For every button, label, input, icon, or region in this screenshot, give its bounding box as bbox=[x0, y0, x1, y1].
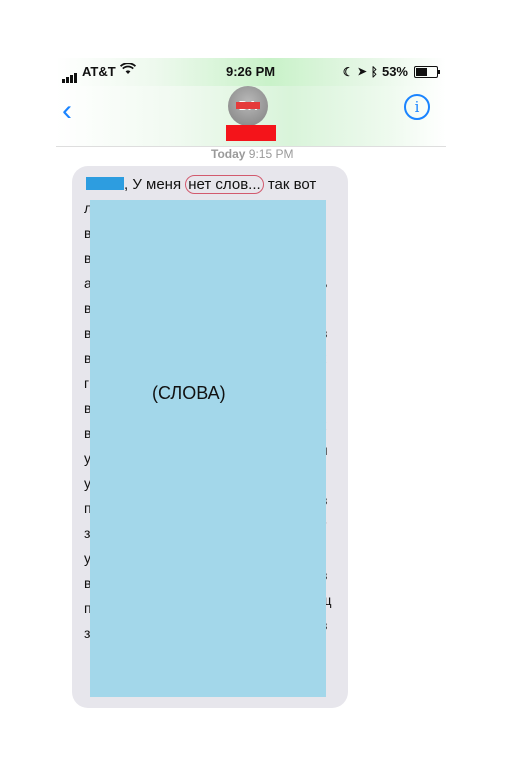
cellular-signal-icon bbox=[62, 68, 78, 83]
bluetooth-icon: ᛒ bbox=[370, 64, 378, 79]
battery-icon bbox=[414, 65, 440, 78]
location-arrow-icon: ➤ bbox=[357, 66, 367, 78]
contact-name-redaction bbox=[226, 125, 276, 141]
avatar-redaction-mark bbox=[236, 102, 260, 109]
clock-time: 9:26 PM bbox=[226, 64, 276, 79]
conversation-header: ‹ DA i bbox=[56, 86, 446, 147]
info-icon[interactable]: i bbox=[404, 94, 430, 120]
back-chevron-icon[interactable]: ‹ bbox=[62, 94, 72, 128]
timestamp-time: 9:15 PM bbox=[248, 147, 294, 161]
battery-fill bbox=[416, 67, 427, 76]
message-text-before: , У меня bbox=[124, 176, 186, 193]
status-bar: AT&T 9:26 PM ☾ ➤ ᛒ 53% bbox=[56, 58, 446, 86]
status-indicators: ☾ ➤ ᛒ 53% bbox=[342, 64, 440, 79]
circled-phrase: нет слов... bbox=[185, 175, 264, 194]
messages-screen: AT&T 9:26 PM ☾ ➤ ᛒ 53% ‹ DA i Today 9:15… bbox=[56, 58, 446, 708]
message-text-after: так вот bbox=[263, 176, 317, 193]
wifi-icon bbox=[119, 62, 137, 78]
sender-name-redaction bbox=[86, 177, 124, 190]
contact-avatar[interactable]: DA bbox=[228, 86, 268, 126]
timestamp-day: Today bbox=[211, 147, 246, 161]
message-cover-overlay: (СЛОВА) bbox=[90, 200, 326, 697]
message-timestamp: Today 9:15 PM bbox=[211, 147, 294, 161]
message-first-line: , У меня нет слов... так вот bbox=[86, 175, 317, 194]
carrier-name: AT&T bbox=[82, 64, 116, 79]
cover-label: (СЛОВА) bbox=[152, 383, 226, 403]
do-not-disturb-moon-icon: ☾ bbox=[342, 64, 354, 79]
battery-percentage: 53% bbox=[381, 64, 408, 79]
